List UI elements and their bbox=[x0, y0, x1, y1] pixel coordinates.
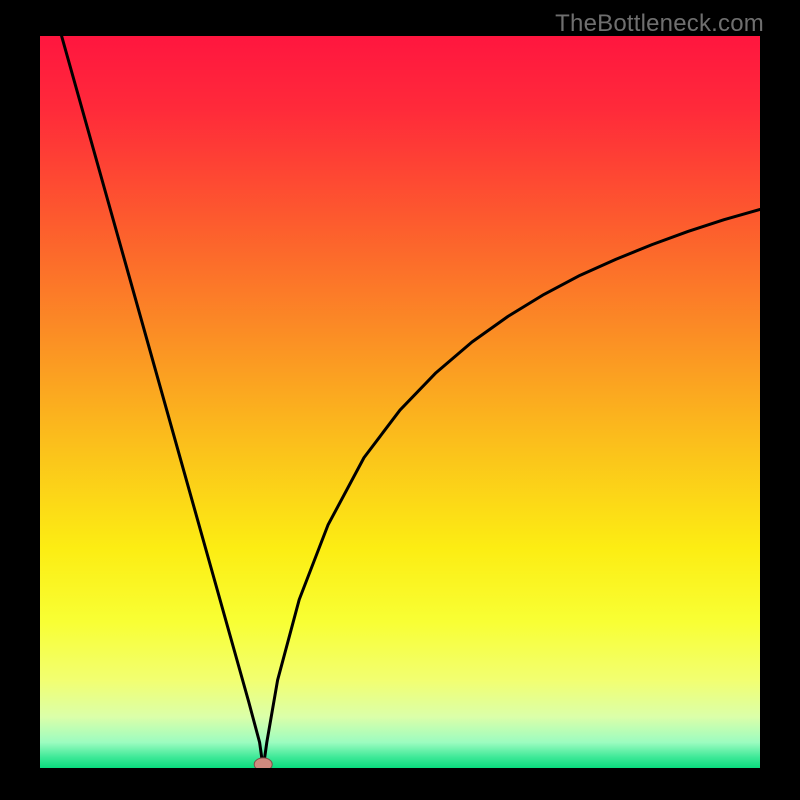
bottleneck-chart bbox=[40, 36, 760, 768]
chart-frame: TheBottleneck.com bbox=[0, 0, 800, 800]
watermark-text: TheBottleneck.com bbox=[555, 10, 764, 38]
gradient-background bbox=[40, 36, 760, 768]
minimum-marker bbox=[254, 758, 272, 768]
